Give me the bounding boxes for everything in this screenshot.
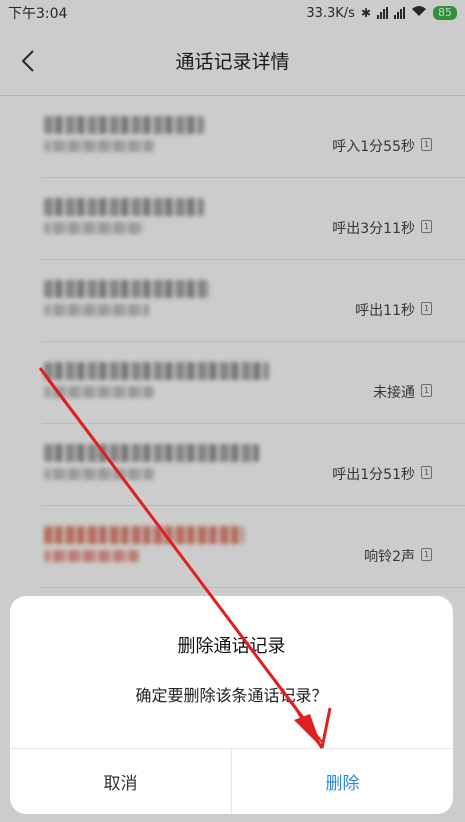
dialog-actions: 取消 删除: [10, 748, 453, 814]
delete-confirm-dialog: 删除通话记录 确定要删除该条通话记录？ 取消 删除: [10, 596, 453, 814]
dialog-message: 确定要删除该条通话记录？: [135, 686, 328, 705]
cancel-button[interactable]: 取消: [10, 749, 232, 814]
dialog-title: 删除通话记录: [177, 636, 286, 657]
delete-button[interactable]: 删除: [232, 749, 453, 814]
